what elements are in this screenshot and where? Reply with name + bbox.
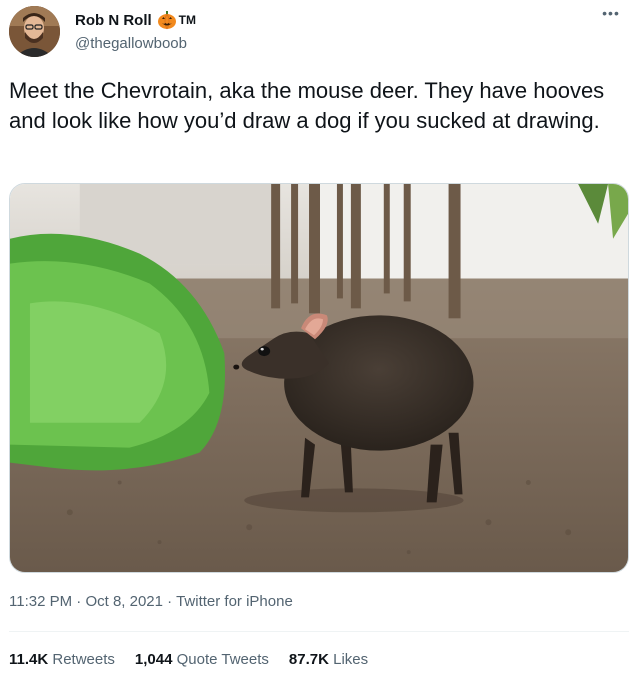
tweet-header: Rob N Roll TM @thegallowboob ••• [9,6,629,60]
retweets-label: Retweets [52,651,115,668]
quote-tweets-count: 1,044 [134,651,173,668]
trademark-badge: TM [178,13,196,27]
user-handle[interactable]: @thegallowboob [75,35,196,52]
quote-tweets-label: Quote Tweets [176,651,269,668]
tweet-time[interactable]: 11:32 PM [9,593,72,610]
avatar[interactable] [9,6,60,57]
more-options-icon[interactable]: ••• [599,6,623,30]
quote-tweets-stat[interactable]: 1,044 Quote Tweets [135,651,269,668]
tweet-stats: 11.4K Retweets 1,044 Quote Tweets 87.7K … [9,651,388,668]
retweets-count: 11.4K [9,651,49,668]
tweet-meta: 11:32 PM · Oct 8, 2021 · Twitter for iPh… [9,593,293,610]
likes-count: 87.7K [288,651,329,668]
display-name: Rob N Roll [75,11,152,29]
tweet-text: Meet the Chevrotain, aka the mouse deer.… [9,78,605,133]
user-names: Rob N Roll TM @thegallowboob [75,9,196,52]
tweet-date[interactable]: Oct 8, 2021 [85,593,163,610]
display-name-row[interactable]: Rob N Roll TM [75,9,196,31]
divider [9,631,629,632]
likes-label: Likes [333,651,369,668]
tweet-source[interactable]: Twitter for iPhone [176,593,293,610]
photo-image [10,184,628,572]
jack-o-lantern-icon [157,10,177,30]
meta-separator: · [163,593,177,610]
likes-stat[interactable]: 87.7K Likes [289,651,368,668]
tweet-photo[interactable] [9,183,629,573]
tweet-card: Rob N Roll TM @thegallowboob ••• Meet th… [0,0,638,676]
avatar-image [9,6,60,57]
meta-separator: · [72,593,86,610]
retweets-stat[interactable]: 11.4K Retweets [9,651,115,668]
